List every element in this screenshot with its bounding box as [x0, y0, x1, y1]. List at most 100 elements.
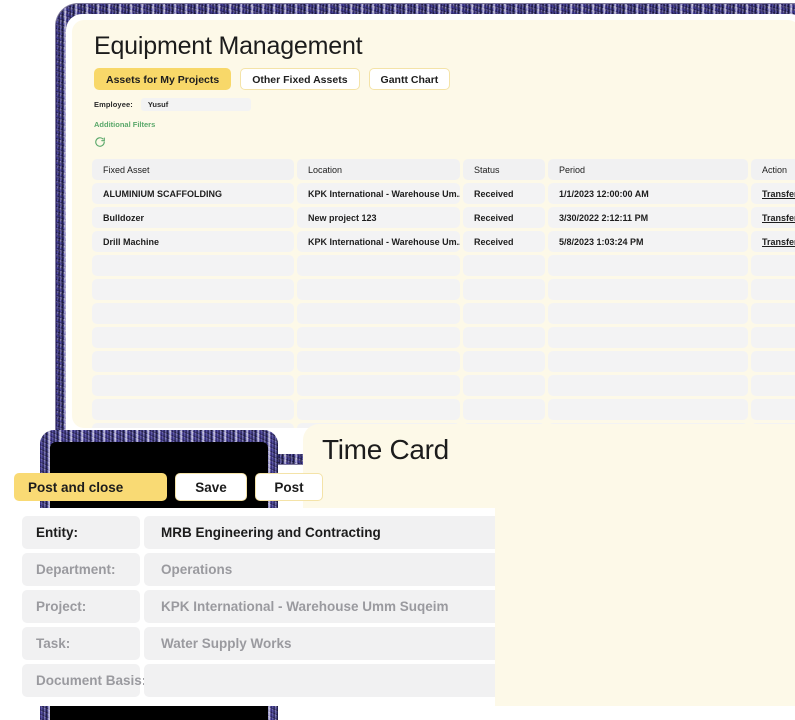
assets-table: Fixed Asset Location Status Period Actio… — [92, 159, 795, 428]
cell-empty — [297, 279, 460, 300]
table-row-empty — [92, 279, 795, 300]
time-card-form: Entity: MRB Engineering and Contracting De… — [13, 508, 495, 706]
save-button[interactable]: Save — [175, 473, 247, 501]
field-label: Document Basis: — [22, 664, 146, 697]
empty-rows-container — [92, 255, 795, 428]
employee-filter-row: Employee: Yusuf — [94, 98, 251, 111]
field-value[interactable]: Water Supply Works — [144, 627, 495, 660]
tab-other-fixed-assets[interactable]: Other Fixed Assets — [240, 68, 360, 90]
transfer-link[interactable]: Transfer — [762, 189, 795, 199]
cell-empty — [751, 303, 795, 324]
cell-empty — [548, 375, 748, 396]
cell-empty — [548, 327, 748, 348]
tab-gantt-chart[interactable]: Gantt Chart — [368, 68, 451, 90]
transfer-link[interactable]: Transfer — [762, 213, 795, 223]
field-label: Department: — [22, 553, 140, 586]
cell-empty — [297, 327, 460, 348]
cell-empty — [463, 255, 545, 276]
cell-empty — [548, 303, 748, 324]
tab-assets-for-my-projects[interactable]: Assets for My Projects — [94, 68, 232, 90]
refresh-button[interactable] — [93, 135, 107, 149]
cell-empty — [297, 351, 460, 372]
cell-empty — [92, 399, 294, 420]
cell-empty — [92, 327, 294, 348]
refresh-icon — [95, 137, 105, 147]
time-card-field-row: Document Basis: — [22, 664, 495, 697]
cell-empty — [297, 375, 460, 396]
cell-fixed-asset: Bulldozer — [92, 207, 294, 228]
time-card-field-row: Entity: MRB Engineering and Contracting — [22, 516, 495, 549]
cell-empty — [297, 399, 460, 420]
transfer-link[interactable]: Transfer — [762, 237, 795, 247]
cell-empty — [92, 351, 294, 372]
table-row-empty — [92, 255, 795, 276]
cell-empty — [548, 351, 748, 372]
table-row-empty — [92, 399, 795, 420]
time-card-field-list: Entity: MRB Engineering and Contracting De… — [22, 516, 495, 697]
cell-location: New project 123 — [297, 207, 460, 228]
column-header-location: Location — [297, 159, 460, 180]
employee-input-value: Yusuf — [147, 100, 169, 109]
column-header-status: Status — [463, 159, 545, 180]
cell-empty — [463, 279, 545, 300]
table-row[interactable]: Drill Machine KPK International - Wareho… — [92, 231, 795, 252]
table-row-empty — [92, 327, 795, 348]
column-header-fixed-asset: Fixed Asset — [92, 159, 294, 180]
field-label: Task: — [22, 627, 140, 660]
field-value[interactable] — [144, 664, 495, 697]
tab-bar: Assets for My Projects Other Fixed Asset… — [94, 68, 451, 90]
cell-status: Received — [463, 183, 545, 204]
cell-empty — [751, 375, 795, 396]
cell-empty — [548, 399, 748, 420]
employee-input[interactable]: Yusuf — [140, 98, 251, 111]
cell-empty — [92, 303, 294, 324]
field-value[interactable]: KPK International - Warehouse Umm Suqeim — [144, 590, 495, 623]
table-row-empty — [92, 303, 795, 324]
table-header-row: Fixed Asset Location Status Period Actio… — [92, 159, 795, 180]
additional-filters-link[interactable]: Additional Filters — [94, 120, 155, 129]
cell-empty — [751, 255, 795, 276]
table-row-empty — [92, 351, 795, 372]
post-button[interactable]: Post — [255, 473, 323, 501]
cell-period: 3/30/2022 2:12:11 PM — [548, 207, 748, 228]
cell-empty — [92, 423, 294, 428]
cell-location: KPK International - Warehouse Um... — [297, 231, 460, 252]
cell-empty — [463, 375, 545, 396]
page-title: Equipment Management — [94, 32, 363, 60]
cell-empty — [463, 303, 545, 324]
cell-empty — [751, 279, 795, 300]
time-card-title: Time Card — [322, 434, 449, 465]
cell-empty — [463, 327, 545, 348]
cell-empty — [92, 279, 294, 300]
cell-empty — [751, 351, 795, 372]
field-value[interactable]: Operations — [144, 553, 495, 586]
column-header-action: Action — [751, 159, 795, 180]
cell-empty — [751, 327, 795, 348]
table-row-empty — [92, 375, 795, 396]
cell-status: Received — [463, 231, 545, 252]
cell-empty — [548, 255, 748, 276]
cell-empty — [463, 399, 545, 420]
field-label: Entity: — [22, 516, 140, 549]
equipment-management-window: Equipment Management Assets for My Proje… — [72, 20, 795, 428]
table-row[interactable]: ALUMINIUM SCAFFOLDING KPK International … — [92, 183, 795, 204]
time-card-field-row: Project: KPK International - Warehouse Um… — [22, 590, 495, 623]
cell-fixed-asset: ALUMINIUM SCAFFOLDING — [92, 183, 294, 204]
field-value[interactable]: MRB Engineering and Contracting — [144, 516, 495, 549]
time-card-field-row: Department: Operations — [22, 553, 495, 586]
field-label: Project: — [22, 590, 140, 623]
employee-label: Employee: — [94, 100, 133, 109]
cell-empty — [92, 255, 294, 276]
table-row[interactable]: Bulldozer New project 123 Received 3/30/… — [92, 207, 795, 228]
cell-fixed-asset: Drill Machine — [92, 231, 294, 252]
cell-empty — [92, 375, 294, 396]
cell-empty — [297, 255, 460, 276]
cell-period: 5/8/2023 1:03:24 PM — [548, 231, 748, 252]
cell-status: Received — [463, 207, 545, 228]
cell-period: 1/1/2023 12:00:00 AM — [548, 183, 748, 204]
column-header-period: Period — [548, 159, 748, 180]
post-and-close-button[interactable]: Post and close — [14, 473, 167, 501]
cell-location: KPK International - Warehouse Um... — [297, 183, 460, 204]
cell-empty — [463, 351, 545, 372]
time-card-field-row: Task: Water Supply Works — [22, 627, 495, 660]
